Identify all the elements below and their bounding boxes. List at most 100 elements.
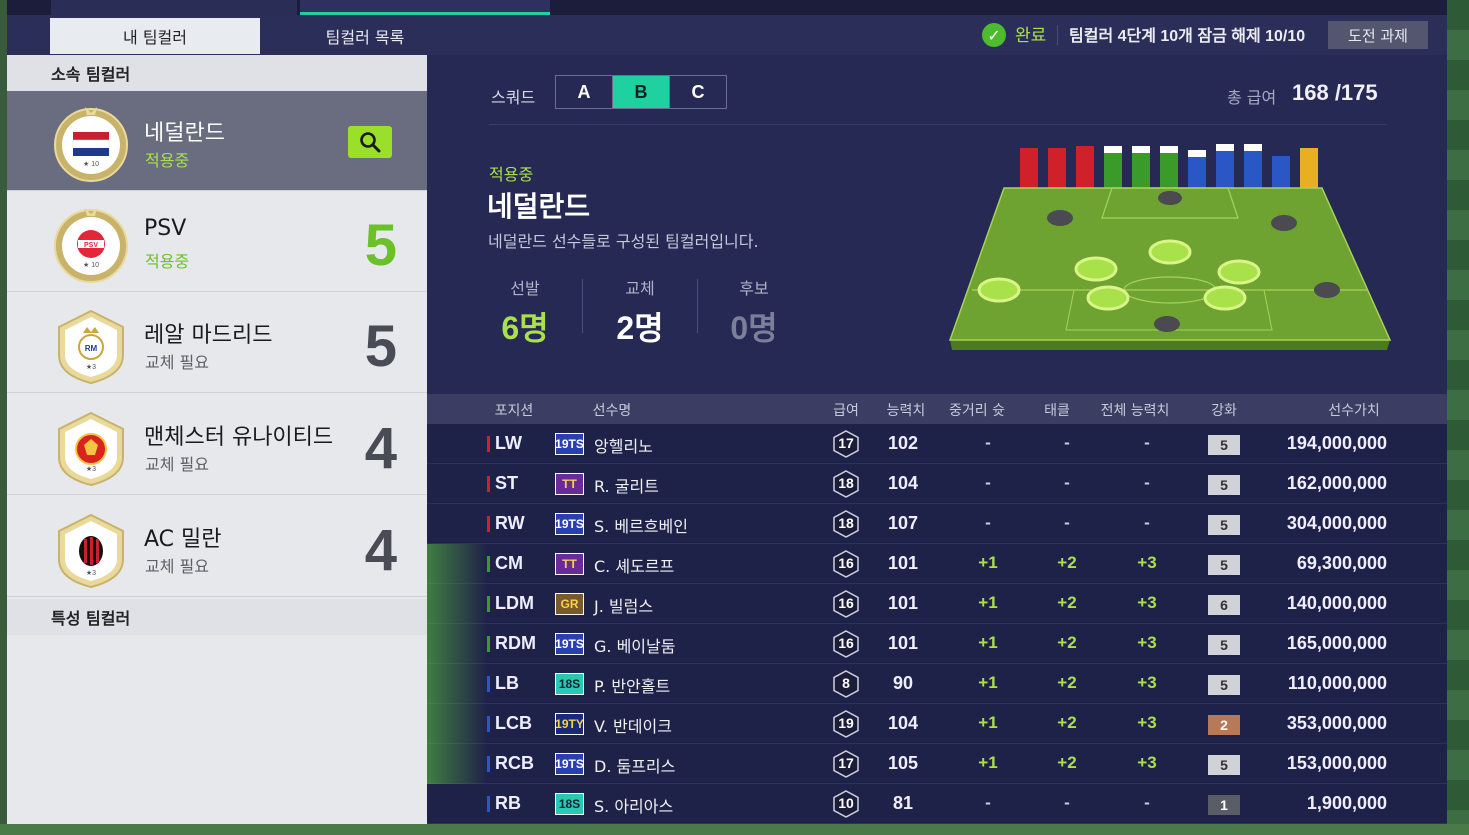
svg-text:★3: ★3: [86, 363, 96, 371]
club-player-count: 5: [364, 314, 397, 379]
club-item-netherlands[interactable]: ★ 10 네덜란드 적용중: [7, 91, 427, 191]
enhance-grade: 5: [1208, 515, 1240, 535]
player-table: 포지션 선수명 급여 능력치 중거리 슛 태클 전체 능력치 강화 선수가치 L…: [427, 394, 1447, 824]
svg-text:★3: ★3: [86, 465, 96, 473]
sub-label: 교체: [625, 279, 655, 298]
bonus-tackle: +2: [1057, 553, 1077, 572]
check-icon: ✓: [982, 23, 1006, 47]
manchester-united-badge-icon: ★3: [58, 411, 124, 487]
player-ovr: 90: [892, 673, 914, 693]
squad-c-button[interactable]: C: [670, 76, 726, 108]
col-name: 선수명: [592, 403, 632, 419]
club-item-ac-milan[interactable]: ★3 AC 밀란 교체 필요 4: [7, 497, 427, 597]
club-status: 교체 필요: [145, 353, 209, 372]
player-position: RCB: [495, 753, 534, 773]
bonus-tackle: -: [1064, 513, 1070, 532]
reserve-label: 후보: [739, 279, 769, 298]
bonus-overall: +3: [1137, 593, 1157, 612]
table-row[interactable]: LCB 19TY V. 반데이크 19 104 +1 +2 +3 2 353,000,000: [427, 704, 1447, 744]
total-salary-label: 총 급여: [1227, 88, 1277, 107]
teamcolor-detail: 스쿼드 A B C 총 급여 168 /175 적용중 네덜란드 네덜란드 선수…: [427, 55, 1447, 394]
player-name: G. 베이날둠: [594, 637, 676, 656]
squad-b-button[interactable]: B: [613, 76, 670, 108]
player-ovr: 81: [892, 793, 914, 813]
bonus-overall: +3: [1137, 753, 1157, 772]
table-row[interactable]: LDM GR J. 빌럼스 16 101 +1 +2 +3 6 140,000,000: [427, 584, 1447, 624]
table-row[interactable]: CM TT C. 셰도르프 16 101 +1 +2 +3 5 69,300,000: [427, 544, 1447, 584]
player-pay-value: 8: [842, 675, 850, 691]
player-pay: 8: [832, 670, 860, 698]
formation-pitch: [948, 144, 1392, 350]
club-item-manchester-united[interactable]: ★3 맨체스터 유나이티드 교체 필요 4: [7, 395, 427, 495]
season-badge: GR: [555, 593, 584, 615]
player-position: RW: [495, 513, 525, 533]
starting-count: 선발 6명: [475, 275, 575, 349]
real-madrid-badge-icon: RM ★3: [58, 309, 124, 385]
top-tab-2-active[interactable]: [300, 0, 550, 15]
season-badge: TT: [555, 553, 584, 575]
player-pay: 10: [832, 790, 860, 818]
club-status: 교체 필요: [145, 455, 209, 474]
player-pay-value: 17: [838, 435, 854, 451]
svg-text:PSV: PSV: [84, 242, 98, 249]
table-row[interactable]: ST TT R. 굴리트 18 104 - - - 5 162,000,000: [427, 464, 1447, 504]
player-pay: 16: [832, 550, 860, 578]
table-row[interactable]: LB 18S P. 반안홀트 8 90 +1 +2 +3 5 110,000,000: [427, 664, 1447, 704]
table-row[interactable]: RDM 19TS G. 베이날둠 16 101 +1 +2 +3 5 165,000,000: [427, 624, 1447, 664]
squad-a-button[interactable]: A: [556, 76, 613, 108]
player-pay: 16: [832, 630, 860, 658]
player-pay-value: 19: [838, 715, 854, 731]
challenge-button[interactable]: 도전 과제: [1328, 21, 1428, 49]
table-header: 포지션 선수명 급여 능력치 중거리 슛 태클 전체 능력치 강화 선수가치: [427, 394, 1447, 424]
enhance-grade: 5: [1208, 755, 1240, 775]
bonus-long-shot: +1: [978, 593, 998, 612]
ac-milan-badge-icon: ★3: [58, 513, 124, 589]
club-name: AC 밀란: [144, 527, 222, 552]
player-pay-value: 16: [838, 595, 854, 611]
player-name: P. 반안홀트: [594, 677, 671, 696]
bonus-long-shot: -: [985, 793, 991, 812]
divider: [697, 279, 698, 333]
position-color-bar: [487, 756, 490, 772]
table-row[interactable]: LW 19TS 앙헬리노 17 102 - - - 5 194,000,000: [427, 424, 1447, 464]
starting-value: 6명: [501, 310, 549, 346]
mission-text: 팀컬러 4단계 10개 잠금 해제 10/10: [1069, 28, 1306, 45]
svg-text:★3: ★3: [86, 569, 96, 577]
table-row[interactable]: RB 18S S. 아리아스 10 81 - - - 1 1,900,000: [427, 784, 1447, 824]
top-tab-strip: [7, 0, 1447, 15]
bonus-long-shot: +1: [978, 633, 998, 652]
tab-my-teamcolor[interactable]: 내 팀컬러: [50, 18, 260, 54]
col-tackle: 태클: [1044, 403, 1070, 419]
position-color-bar: [487, 636, 490, 652]
player-pay-value: 10: [838, 795, 854, 811]
player-name: C. 셰도르프: [594, 557, 675, 576]
subtab-bar: 내 팀컬러 팀컬러 목록 ✓ 완료 팀컬러 4단계 10개 잠금 해제 10/1…: [7, 15, 1447, 55]
position-color-bar: [487, 436, 490, 452]
top-tab-1[interactable]: [51, 0, 297, 15]
enhance-grade: 2: [1208, 715, 1240, 735]
player-position: ST: [495, 473, 519, 493]
bonus-overall: +3: [1137, 673, 1157, 692]
club-item-psv[interactable]: PSV ★ 10 PSV 적용중 5: [7, 192, 427, 292]
player-value: 162,000,000: [1286, 473, 1387, 493]
player-position: LB: [495, 673, 519, 693]
position-color-bar: [487, 476, 490, 492]
divider: [582, 279, 583, 333]
position-color-bar: [487, 516, 490, 532]
table-row[interactable]: RCB 19TS D. 둠프리스 17 105 +1 +2 +3 5 153,000,000: [427, 744, 1447, 784]
special-teamcolor-header: 특성 팀컬러: [7, 599, 427, 635]
tab-teamcolor-list[interactable]: 팀컬러 목록: [260, 18, 470, 54]
player-name: S. 베르흐베인: [594, 517, 688, 536]
col-enhance: 강화: [1211, 403, 1237, 419]
svg-text:RM: RM: [85, 344, 98, 353]
sub-count: 교체 2명: [590, 275, 690, 349]
col-value: 선수가치: [1328, 403, 1380, 419]
table-row[interactable]: RW 19TS S. 베르흐베인 18 107 - - - 5 304,000,000: [427, 504, 1447, 544]
club-item-real-madrid[interactable]: RM ★3 레알 마드리드 교체 필요 5: [7, 293, 427, 393]
player-name: S. 아리아스: [594, 797, 674, 816]
player-pay: 19: [832, 710, 860, 738]
player-ovr: 101: [887, 633, 919, 653]
search-button[interactable]: [348, 126, 392, 158]
enhance-grade: 5: [1208, 475, 1240, 495]
player-position: CM: [495, 553, 523, 573]
